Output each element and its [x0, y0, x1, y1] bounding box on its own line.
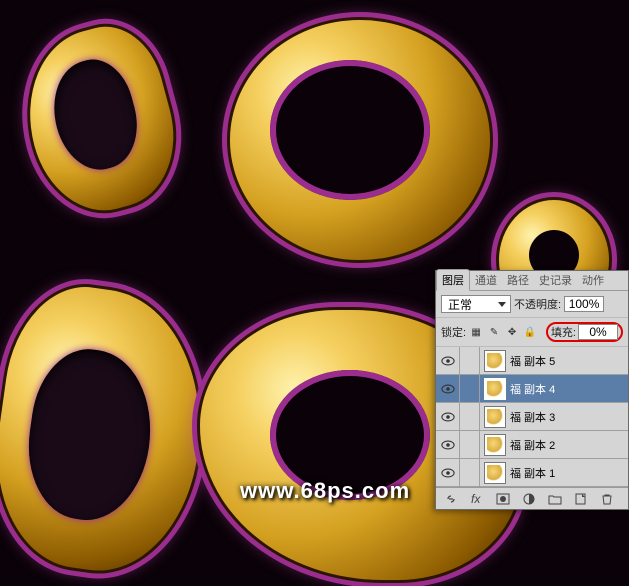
link-column[interactable] [460, 431, 480, 459]
layers-panel: 图层 通道 路径 史记录 动作 正常 不透明度: 100% 锁定: ▦ ✎ ✥ … [435, 270, 629, 510]
trash-icon [600, 492, 614, 506]
layer-row[interactable]: 福 副本 3 [436, 403, 628, 431]
layer-row[interactable]: 福 副本 1 [436, 459, 628, 487]
document-canvas: www.68ps.com 图层 通道 路径 史记录 动作 正常 不透明度: 10… [0, 0, 629, 586]
chevron-down-icon [498, 302, 506, 307]
layer-name[interactable]: 福 副本 5 [510, 353, 628, 369]
link-column[interactable] [460, 375, 480, 403]
visibility-toggle[interactable] [436, 431, 460, 459]
new-group-button[interactable] [546, 491, 564, 507]
layer-mask-button[interactable] [494, 491, 512, 507]
layer-thumbnail[interactable] [484, 462, 506, 484]
layer-thumbnail[interactable] [484, 434, 506, 456]
layer-style-button[interactable]: fx [468, 491, 486, 507]
eye-icon [441, 412, 455, 422]
lock-all-icon[interactable]: 🔒 [523, 325, 537, 339]
visibility-toggle[interactable] [436, 403, 460, 431]
layer-row[interactable]: 福 副本 5 [436, 347, 628, 375]
link-icon [444, 492, 458, 506]
watermark-text: www.68ps.com [240, 478, 410, 504]
blend-mode-select[interactable]: 正常 [441, 295, 511, 313]
opacity-input[interactable]: 100% [564, 296, 604, 312]
tab-actions[interactable]: 动作 [577, 270, 609, 290]
visibility-toggle[interactable] [436, 347, 460, 375]
eye-icon [441, 468, 455, 478]
fill-highlight: 填充: 0% [546, 322, 623, 342]
panel-tabs: 图层 通道 路径 史记录 动作 [436, 271, 628, 291]
link-column[interactable] [460, 347, 480, 375]
new-layer-button[interactable] [572, 491, 590, 507]
adjustment-layer-button[interactable] [520, 491, 538, 507]
opacity-value: 100% [569, 297, 600, 311]
new-page-icon [574, 492, 588, 506]
link-layers-button[interactable] [442, 491, 460, 507]
lock-paint-icon[interactable]: ✎ [487, 325, 501, 339]
blend-row: 正常 不透明度: 100% [436, 291, 628, 318]
fx-icon: fx [470, 492, 484, 506]
eye-icon [441, 440, 455, 450]
folder-icon [548, 492, 562, 506]
delete-layer-button[interactable] [598, 491, 616, 507]
tab-channels[interactable]: 通道 [470, 270, 502, 290]
eye-icon [441, 384, 455, 394]
svg-text:fx: fx [471, 492, 481, 506]
blend-mode-value: 正常 [448, 296, 472, 313]
layer-name[interactable]: 福 副本 2 [510, 437, 628, 453]
glyph-stroke [230, 20, 490, 260]
lock-label: 锁定: [441, 324, 466, 340]
mask-icon [496, 492, 510, 506]
layer-name[interactable]: 福 副本 3 [510, 409, 628, 425]
link-column[interactable] [460, 403, 480, 431]
layer-row[interactable]: 福 副本 4 [436, 375, 628, 403]
fill-input[interactable]: 0% [578, 324, 618, 340]
layer-name[interactable]: 福 副本 1 [510, 465, 628, 481]
layer-thumbnail[interactable] [484, 378, 506, 400]
lock-icons: ▦ ✎ ✥ 🔒 [469, 325, 537, 339]
lock-transparency-icon[interactable]: ▦ [469, 325, 483, 339]
visibility-toggle[interactable] [436, 459, 460, 487]
tab-layers[interactable]: 图层 [436, 269, 470, 291]
layer-thumbnail[interactable] [484, 350, 506, 372]
fill-value: 0% [589, 325, 606, 339]
eye-icon [441, 356, 455, 366]
link-column[interactable] [460, 459, 480, 487]
layers-list: 福 副本 5 福 副本 4 福 副本 3 [436, 347, 628, 487]
half-circle-icon [522, 492, 536, 506]
tab-history[interactable]: 史记录 [534, 270, 577, 290]
lock-move-icon[interactable]: ✥ [505, 325, 519, 339]
layer-name[interactable]: 福 副本 4 [510, 381, 628, 397]
layer-row[interactable]: 福 副本 2 [436, 431, 628, 459]
opacity-label: 不透明度: [514, 296, 561, 312]
lock-row: 锁定: ▦ ✎ ✥ 🔒 填充: 0% [436, 318, 628, 347]
panel-footer: fx [436, 487, 628, 509]
visibility-toggle[interactable] [436, 375, 460, 403]
tab-paths[interactable]: 路径 [502, 270, 534, 290]
fill-label: 填充: [551, 324, 576, 340]
layer-thumbnail[interactable] [484, 406, 506, 428]
